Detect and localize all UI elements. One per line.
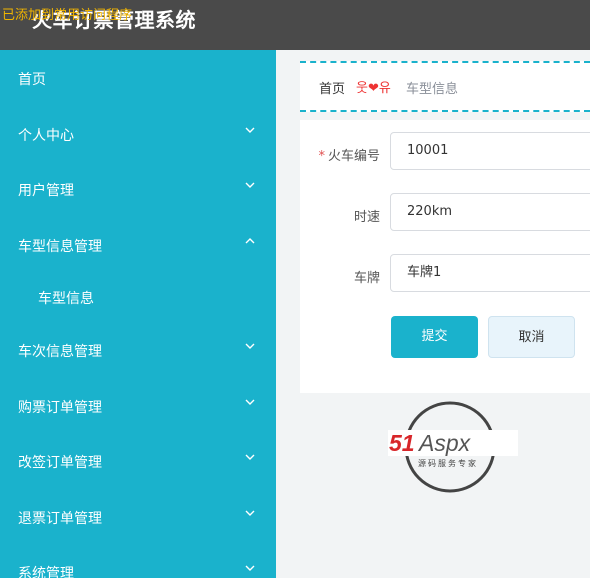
breadcrumb-current: 车型信息 bbox=[406, 82, 459, 97]
model-info-form: * 火车编号 10001 时速 220km 车牌 车牌1 提交 取消 bbox=[300, 120, 590, 393]
cancel-button[interactable]: 取消 bbox=[488, 316, 575, 358]
sidebar-item-label: 个人中心 bbox=[18, 128, 74, 144]
sidebar-item-label: 购票订单管理 bbox=[18, 400, 102, 416]
sidebar-item-label: 车型信息管理 bbox=[18, 239, 102, 255]
sidebar-item-label: 车型信息 bbox=[38, 291, 94, 307]
sidebar-item-change-order-management[interactable]: 改签订单管理 bbox=[0, 441, 276, 481]
sidebar-item-model-management[interactable]: 车型信息管理 bbox=[0, 225, 276, 265]
chevron-up-icon bbox=[245, 238, 255, 244]
watermark-logo: 51 Aspx 源码服务专家 bbox=[388, 401, 518, 493]
sidebar-item-system-management[interactable]: 系统管理 bbox=[0, 552, 276, 578]
sidebar-item-refund-order-management[interactable]: 退票订单管理 bbox=[0, 497, 276, 537]
sidebar-item-label: 车次信息管理 bbox=[18, 344, 102, 360]
toast-message: 已添加到常用访问程序 bbox=[2, 8, 133, 23]
chevron-down-icon bbox=[245, 343, 255, 349]
sidebar-item-personal-center[interactable]: 个人中心 bbox=[0, 114, 276, 154]
sidebar-item-label: 改签订单管理 bbox=[18, 455, 102, 471]
chevron-down-icon bbox=[245, 454, 255, 460]
main-content: 首页 웃❤유 车型信息 * 火车编号 10001 时速 220km 车牌 车牌1 … bbox=[276, 50, 590, 578]
breadcrumb-separator: 웃❤유 bbox=[356, 81, 391, 96]
breadcrumb-home[interactable]: 首页 bbox=[319, 78, 345, 97]
sidebar: 首页 个人中心 用户管理 车型信息管理 车型信息 车次信息管理 购票订单管理 改… bbox=[0, 50, 276, 578]
train-number-input[interactable]: 10001 bbox=[390, 132, 590, 170]
submit-button[interactable]: 提交 bbox=[391, 316, 478, 358]
train-number-label: * 火车编号 bbox=[318, 149, 380, 164]
breadcrumb: 首页 웃❤유 车型信息 bbox=[300, 61, 590, 112]
plate-input[interactable]: 车牌1 bbox=[390, 254, 590, 292]
required-asterisk: * bbox=[318, 149, 325, 164]
sidebar-item-ticket-order-management[interactable]: 购票订单管理 bbox=[0, 386, 276, 426]
svg-text:Aspx: Aspx bbox=[417, 430, 472, 456]
sidebar-item-label: 首页 bbox=[18, 72, 46, 88]
speed-label: 时速 bbox=[353, 210, 380, 225]
chevron-down-icon bbox=[245, 399, 255, 405]
sidebar-item-label: 退票订单管理 bbox=[18, 511, 102, 527]
speed-input[interactable]: 220km bbox=[390, 193, 590, 231]
sidebar-item-label: 用户管理 bbox=[18, 183, 74, 199]
chevron-down-icon bbox=[245, 565, 255, 571]
sidebar-item-home[interactable]: 首页 bbox=[0, 58, 276, 98]
sidebar-item-train-schedule-management[interactable]: 车次信息管理 bbox=[0, 330, 276, 370]
chevron-down-icon bbox=[245, 127, 255, 133]
svg-text:源码服务专家: 源码服务专家 bbox=[418, 458, 478, 468]
chevron-down-icon bbox=[245, 510, 255, 516]
sidebar-item-user-management[interactable]: 用户管理 bbox=[0, 169, 276, 209]
plate-label: 车牌 bbox=[353, 271, 380, 286]
sidebar-subitem-model-info[interactable]: 车型信息 bbox=[0, 277, 276, 317]
sidebar-item-label: 系统管理 bbox=[18, 566, 74, 578]
svg-text:51: 51 bbox=[389, 430, 415, 456]
chevron-down-icon bbox=[245, 182, 255, 188]
top-bar: 火车订票管理系统 已添加到常用访问程序 bbox=[0, 0, 590, 50]
